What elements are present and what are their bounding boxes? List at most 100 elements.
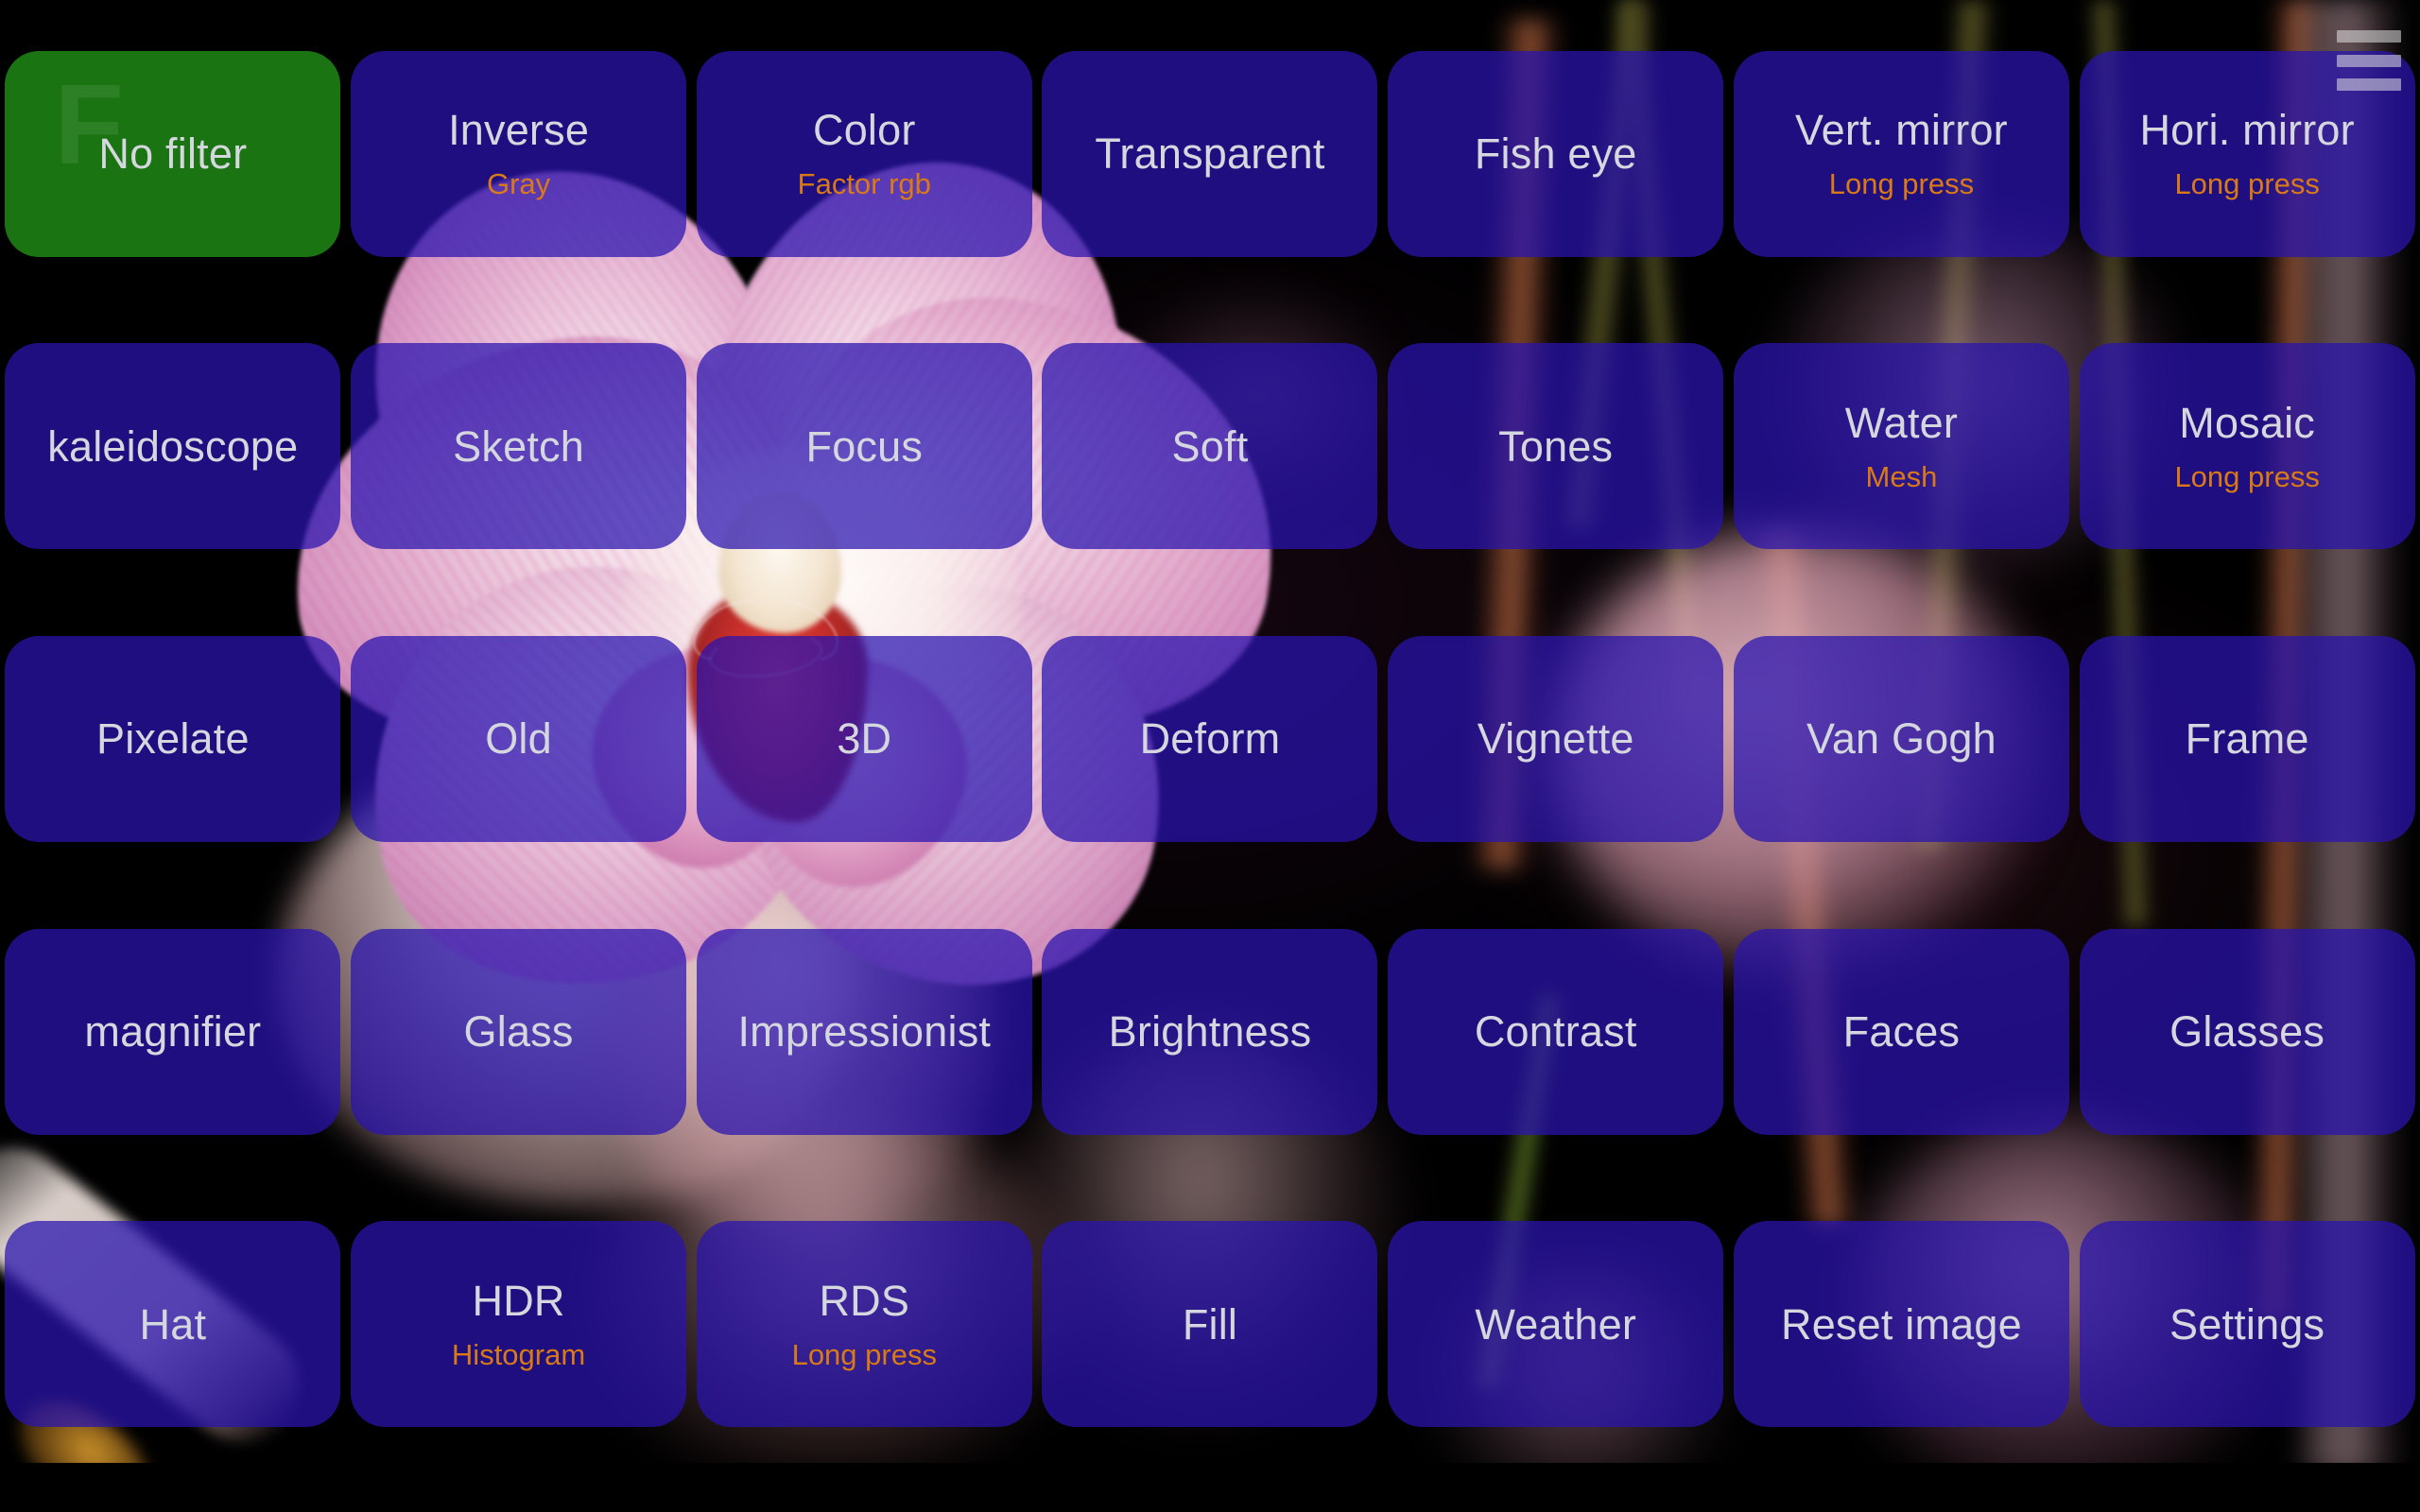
- filter-cell: Focus: [691, 301, 1037, 593]
- filter-button-label: Water: [1844, 398, 1959, 447]
- filter-button-label: magnifier: [84, 1007, 262, 1057]
- filter-button-label: Impressionist: [737, 1007, 992, 1057]
- filter-cell: Contrast: [1383, 885, 1729, 1178]
- filter-button-mosaic[interactable]: Mosaic Long press: [2079, 343, 2415, 550]
- filter-button-focus[interactable]: Focus: [696, 343, 1032, 550]
- filter-button-fill[interactable]: Fill: [1042, 1221, 1378, 1428]
- filter-button-subtitle: Factor rgb: [797, 167, 931, 201]
- filter-cell: Vert. mirror Long press: [1729, 8, 2075, 301]
- filter-button-subtitle: Long press: [2174, 167, 2320, 201]
- filter-button-glasses[interactable]: Glasses: [2079, 928, 2415, 1135]
- filter-button-label: Hori. mirror: [2139, 106, 2355, 155]
- filter-cell: 3D: [691, 593, 1037, 885]
- filter-cell: Transparent: [1037, 8, 1383, 301]
- filter-button-vignette[interactable]: Vignette: [1388, 635, 1724, 842]
- filter-button-rds[interactable]: RDS Long press: [696, 1221, 1032, 1428]
- filter-button-label: HDR: [472, 1276, 565, 1325]
- filter-button-old[interactable]: Old: [351, 635, 687, 842]
- filter-button-brightness[interactable]: Brightness: [1042, 928, 1378, 1135]
- filter-button-contrast[interactable]: Contrast: [1388, 928, 1724, 1135]
- filter-cell: Water Mesh: [1729, 301, 2075, 593]
- filter-button-label: Settings: [2169, 1299, 2325, 1349]
- filter-button-fish-eye[interactable]: Fish eye: [1388, 50, 1724, 257]
- filter-button-label: Inverse: [448, 106, 590, 155]
- filter-cell: Frame: [2074, 593, 2420, 885]
- filter-button-label: Vert. mirror: [1794, 106, 2008, 155]
- filter-button-label: Reset image: [1781, 1299, 2022, 1349]
- filter-cell: Color Factor rgb: [691, 8, 1037, 301]
- filter-button-sketch[interactable]: Sketch: [351, 343, 687, 550]
- filter-button-water[interactable]: Water Mesh: [1733, 343, 2069, 550]
- hamburger-menu-icon[interactable]: [2331, 21, 2407, 100]
- filter-button-deform[interactable]: Deform: [1042, 635, 1378, 842]
- filter-button-van-gogh[interactable]: Van Gogh: [1733, 635, 2069, 842]
- filter-button-subtitle: Gray: [486, 167, 551, 201]
- filter-button-settings[interactable]: Settings: [2079, 1221, 2415, 1428]
- filter-button-label: Focus: [805, 421, 924, 471]
- filter-button-magnifier[interactable]: magnifier: [5, 928, 341, 1135]
- filter-cell: Faces: [1729, 885, 2075, 1178]
- filter-cell: Glasses: [2074, 885, 2420, 1178]
- filter-button-weather[interactable]: Weather: [1388, 1221, 1724, 1428]
- filter-button-label: RDS: [819, 1276, 910, 1325]
- filter-button-subtitle: Histogram: [451, 1337, 586, 1371]
- filter-button-label: Weather: [1475, 1299, 1637, 1349]
- filter-button-hdr[interactable]: HDR Histogram: [351, 1221, 687, 1428]
- filter-cell: Glass: [346, 885, 692, 1178]
- menu-bar-2: [2337, 54, 2401, 67]
- filter-cell: Fill: [1037, 1177, 1383, 1470]
- filter-grid: F No filter Inverse Gray Color Factor rgb Tran…: [0, 0, 2420, 1512]
- filter-button-label: Glasses: [2169, 1007, 2325, 1057]
- filter-button-subtitle: Long press: [2174, 459, 2320, 493]
- filter-cell: HDR Histogram: [346, 1177, 692, 1470]
- filter-button-label: 3D: [837, 714, 892, 764]
- menu-bar-1: [2337, 30, 2401, 43]
- filter-button-3d[interactable]: 3D: [696, 635, 1032, 842]
- filter-button-label: Soft: [1171, 421, 1249, 471]
- filter-button-label: Transparent: [1095, 129, 1325, 179]
- filter-button-impressionist[interactable]: Impressionist: [696, 928, 1032, 1135]
- filter-cell: Pixelate: [0, 593, 346, 885]
- filter-button-subtitle: Mesh: [1865, 459, 1938, 493]
- filter-cell: Tones: [1383, 301, 1729, 593]
- filter-button-label: Brightness: [1108, 1007, 1312, 1057]
- filter-button-faces[interactable]: Faces: [1733, 928, 2069, 1135]
- filter-cell: Mosaic Long press: [2074, 301, 2420, 593]
- filter-cell: Vignette: [1383, 593, 1729, 885]
- filter-button-color[interactable]: Color Factor rgb: [696, 50, 1032, 257]
- filter-button-label: kaleidoscope: [47, 421, 299, 471]
- filter-cell: Brightness: [1037, 885, 1383, 1178]
- filter-button-soft[interactable]: Soft: [1042, 343, 1378, 550]
- filter-button-glass[interactable]: Glass: [351, 928, 687, 1135]
- filter-cell: RDS Long press: [691, 1177, 1037, 1470]
- filter-cell: Hat: [0, 1177, 346, 1470]
- filter-button-inverse[interactable]: Inverse Gray: [351, 50, 687, 257]
- filter-cell: Sketch: [346, 301, 692, 593]
- filter-cell: Deform: [1037, 593, 1383, 885]
- filter-button-subtitle: Long press: [791, 1337, 937, 1371]
- filter-button-transparent[interactable]: Transparent: [1042, 50, 1378, 257]
- filter-button-label: Hat: [139, 1299, 207, 1349]
- filter-button-hat[interactable]: Hat: [5, 1221, 341, 1428]
- filter-button-label: Mosaic: [2179, 398, 2316, 447]
- filter-cell: Old: [346, 593, 692, 885]
- filter-button-label: Old: [485, 714, 552, 764]
- filter-button-label: Pixelate: [95, 714, 250, 764]
- filter-cell: Soft: [1037, 301, 1383, 593]
- filter-cell: Settings: [2074, 1177, 2420, 1470]
- filter-button-no-filter[interactable]: F No filter: [5, 50, 341, 257]
- filter-button-label: Frame: [2185, 714, 2309, 764]
- filter-cell: Inverse Gray: [346, 8, 692, 301]
- filter-button-reset-image[interactable]: Reset image: [1733, 1221, 2069, 1428]
- filter-button-kaleidoscope[interactable]: kaleidoscope: [5, 343, 341, 550]
- filter-cell: Weather: [1383, 1177, 1729, 1470]
- filter-cell: kaleidoscope: [0, 301, 346, 593]
- filter-button-label: Deform: [1139, 714, 1281, 764]
- filter-button-tones[interactable]: Tones: [1388, 343, 1724, 550]
- filter-button-label: Van Gogh: [1806, 714, 1996, 764]
- filter-button-label: Color: [813, 106, 916, 155]
- filter-button-pixelate[interactable]: Pixelate: [5, 635, 341, 842]
- filter-button-vert-mirror[interactable]: Vert. mirror Long press: [1733, 50, 2069, 257]
- filter-button-frame[interactable]: Frame: [2079, 635, 2415, 842]
- filter-button-label: Tones: [1498, 421, 1614, 471]
